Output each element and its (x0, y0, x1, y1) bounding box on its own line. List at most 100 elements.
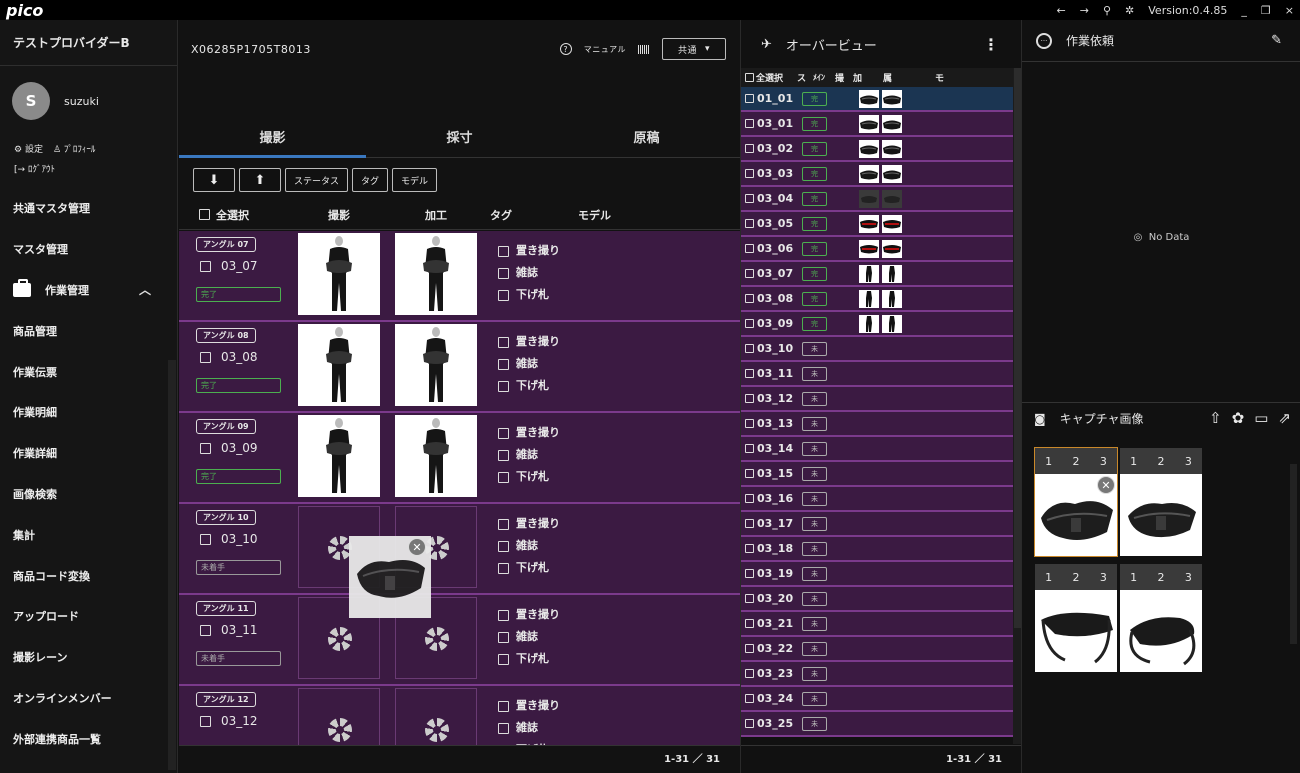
overview-row-checkbox[interactable] (745, 169, 754, 178)
capture-image[interactable] (1035, 590, 1117, 672)
overview-select-all-checkbox[interactable] (745, 73, 754, 82)
back-icon[interactable]: ← (1057, 4, 1066, 17)
tag-checkbox[interactable] (498, 289, 509, 301)
angle-tag[interactable]: アングル 09 (196, 419, 256, 434)
tag-option[interactable]: 置き撮り (498, 331, 560, 353)
overview-status-badge[interactable]: 未 (802, 717, 827, 731)
overview-row-checkbox[interactable] (745, 469, 754, 478)
link-icon[interactable]: ⚲ (1103, 4, 1111, 17)
tag-option[interactable]: 置き撮り (498, 513, 560, 535)
angle-code[interactable]: 03_08 (200, 350, 258, 364)
status-badge[interactable]: 完了 (196, 287, 281, 302)
overview-row-checkbox[interactable] (745, 219, 754, 228)
restore-button[interactable]: ❐ (1261, 4, 1271, 17)
overview-row[interactable]: 03_02 完 (741, 137, 1013, 162)
overview-status-badge[interactable]: 完 (802, 117, 827, 131)
overview-row-checkbox[interactable] (745, 594, 754, 603)
sidebar-item[interactable]: 外部連携商品一覧 (0, 718, 177, 759)
external-link-icon[interactable]: ⇗ (1278, 409, 1291, 427)
overview-row[interactable]: 01_01 完 (741, 87, 1013, 112)
overview-row[interactable]: 03_03 完 (741, 162, 1013, 187)
overview-row-checkbox[interactable] (745, 269, 754, 278)
overview-status-badge[interactable]: 完 (802, 192, 827, 206)
overview-row[interactable]: 03_10 未 (741, 337, 1013, 362)
overview-process-thumb[interactable] (882, 190, 902, 208)
status-badge[interactable]: 完了 (196, 469, 281, 484)
overview-status-badge[interactable]: 未 (802, 542, 827, 556)
overview-row-checkbox[interactable] (745, 519, 754, 528)
overview-shoot-thumb[interactable] (859, 215, 879, 233)
capture-num[interactable]: 2 (1157, 455, 1164, 468)
sidebar-scrollbar[interactable] (168, 360, 176, 770)
tag-option[interactable]: 雑誌 (498, 444, 560, 466)
angle-code[interactable]: 03_10 (200, 532, 258, 546)
overview-status-badge[interactable]: 完 (802, 292, 827, 306)
overview-shoot-thumb[interactable] (859, 290, 879, 308)
avatar[interactable]: S (12, 82, 50, 120)
capture-item[interactable]: 1 2 3 (1120, 448, 1202, 556)
overview-status-badge[interactable]: 未 (802, 642, 827, 656)
tag-checkbox[interactable] (498, 245, 509, 257)
overview-status-badge[interactable]: 完 (802, 217, 827, 231)
sidebar-item[interactable]: 商品コード変換 (0, 555, 177, 596)
overview-shoot-thumb[interactable] (859, 90, 879, 108)
capture-item[interactable]: 1 2 3 (1120, 564, 1202, 672)
processed-image[interactable] (395, 324, 477, 406)
tag-checkbox[interactable] (498, 427, 509, 439)
overview-row[interactable]: 03_14 未 (741, 437, 1013, 462)
angle-tag[interactable]: アングル 08 (196, 328, 256, 343)
select-all[interactable]: 全選択 (199, 207, 249, 223)
tag-option[interactable]: 置き撮り (498, 240, 560, 262)
capture-item[interactable]: 1 2 3 (1035, 564, 1117, 672)
overview-shoot-thumb[interactable] (859, 190, 879, 208)
overview-status-badge[interactable]: 未 (802, 467, 827, 481)
overview-status-badge[interactable]: 未 (802, 392, 827, 406)
processed-image[interactable] (395, 415, 477, 497)
overview-row-checkbox[interactable] (745, 544, 754, 553)
row-checkbox[interactable] (200, 260, 211, 272)
overview-shoot-thumb[interactable] (859, 165, 879, 183)
forward-icon[interactable]: → (1080, 4, 1089, 17)
process-slot[interactable] (395, 688, 477, 745)
status-badge[interactable]: 完了 (196, 378, 281, 393)
tag-checkbox[interactable] (498, 449, 509, 461)
row-checkbox[interactable] (200, 533, 211, 545)
capture-num[interactable]: 2 (1072, 571, 1079, 584)
overview-select-all[interactable]: 全選択 (745, 71, 797, 84)
overview-row-checkbox[interactable] (745, 494, 754, 503)
barcode-icon[interactable] (638, 44, 650, 54)
sidebar-item[interactable]: 作業管理 ︿ (0, 270, 177, 311)
overview-row-checkbox[interactable] (745, 294, 754, 303)
tag-option[interactable]: 下げ札 (498, 284, 560, 306)
capture-num[interactable]: 1 (1045, 571, 1052, 584)
angle-code[interactable]: 03_09 (200, 441, 258, 455)
overview-status-badge[interactable]: 未 (802, 567, 827, 581)
overview-row[interactable]: 03_06 完 (741, 237, 1013, 262)
tag-option[interactable]: 雑誌 (498, 626, 560, 648)
overview-row[interactable]: 03_07 完 (741, 262, 1013, 287)
capture-num[interactable]: 2 (1157, 571, 1164, 584)
tag-option[interactable]: 雑誌 (498, 262, 560, 284)
overview-shoot-thumb[interactable] (859, 265, 879, 283)
overview-status-badge[interactable]: 完 (802, 167, 827, 181)
angle-row[interactable]: アングル 10 03_10 未着手 置き撮り 雑誌 下げ札 (179, 504, 740, 595)
overview-row[interactable]: 03_23 未 (741, 662, 1013, 687)
settings-icon[interactable]: ✿ (1232, 409, 1245, 427)
help-icon[interactable]: ? (559, 43, 572, 55)
download-button[interactable]: ⬇ (193, 168, 235, 192)
overview-row-checkbox[interactable] (745, 144, 754, 153)
sidebar-item[interactable]: アップロード (0, 596, 177, 637)
more-vert-icon[interactable]: ⋮ (983, 35, 999, 54)
overview-row-checkbox[interactable] (745, 344, 754, 353)
overview-status-badge[interactable]: 完 (802, 267, 827, 281)
overview-status-badge[interactable]: 未 (802, 517, 827, 531)
overview-row[interactable]: 03_17 未 (741, 512, 1013, 537)
settings-link[interactable]: ⚙ 設定 (14, 140, 43, 160)
overview-row[interactable]: 03_08 完 (741, 287, 1013, 312)
tag-option[interactable]: 下げ札 (498, 466, 560, 488)
overview-row[interactable]: 03_09 完 (741, 312, 1013, 337)
overview-row-checkbox[interactable] (745, 719, 754, 728)
overview-status-badge[interactable]: 完 (802, 92, 827, 106)
minimize-button[interactable]: _ (1241, 4, 1247, 17)
overview-row[interactable]: 03_21 未 (741, 612, 1013, 637)
